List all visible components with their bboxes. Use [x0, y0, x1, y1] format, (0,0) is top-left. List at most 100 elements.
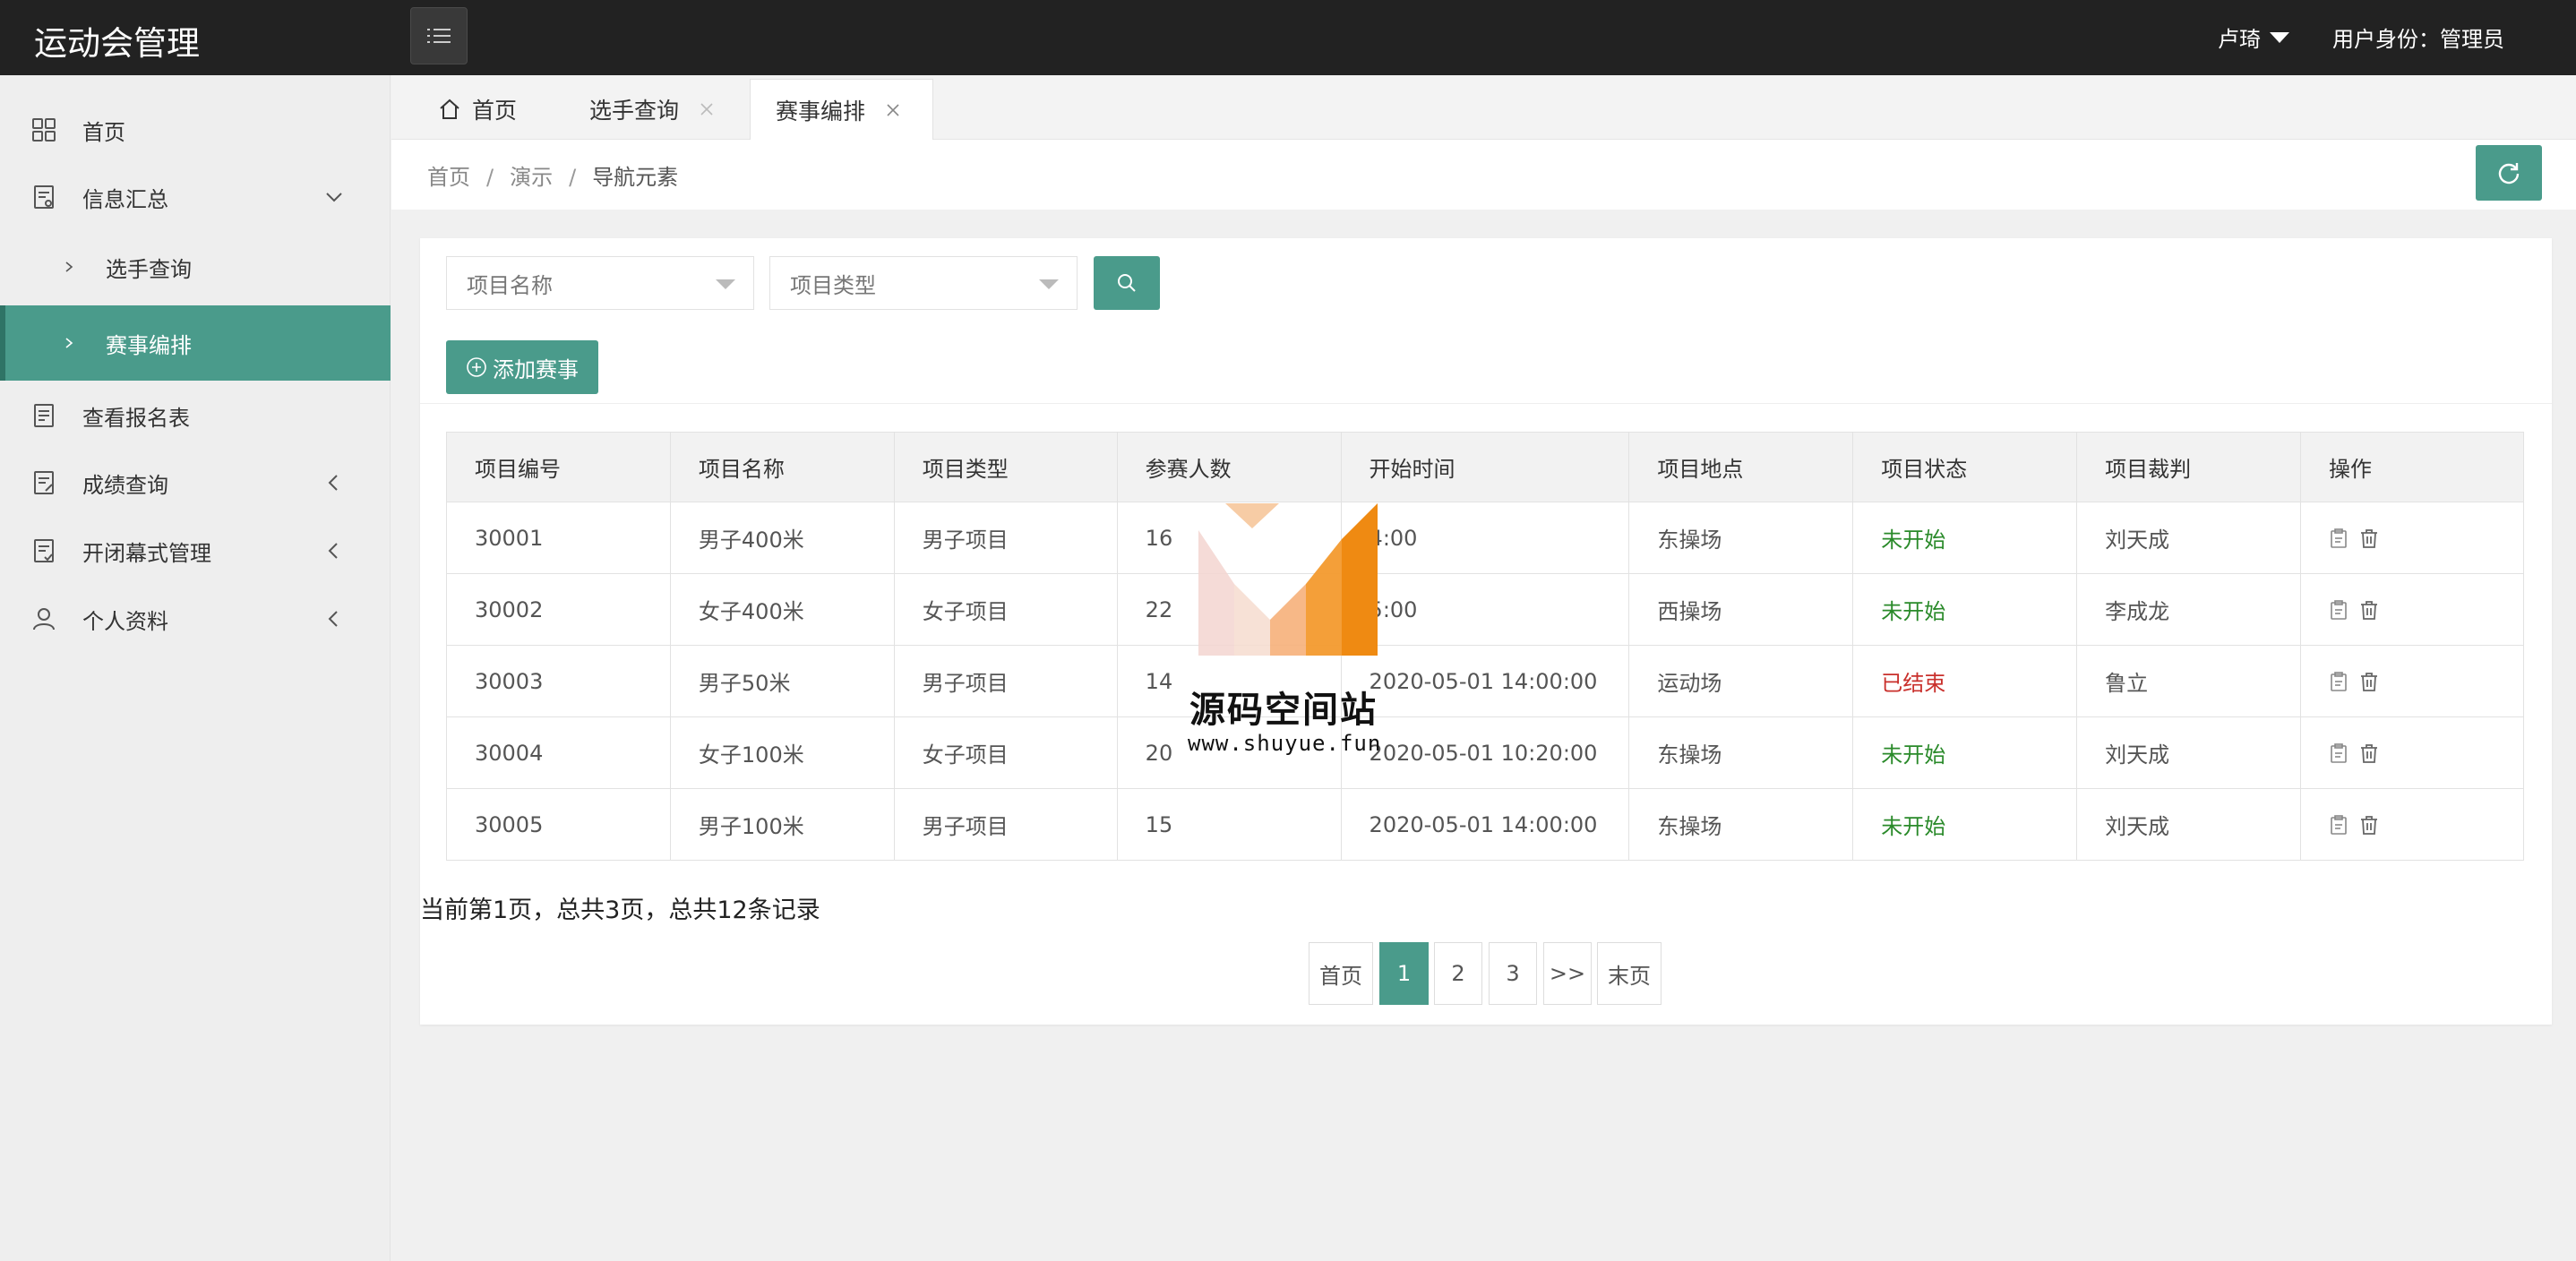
sidebar-item-label: 开闭幕式管理 — [82, 540, 211, 566]
document-icon — [34, 471, 54, 494]
tab-player-query[interactable]: 选手查询 — [589, 79, 715, 140]
cell-type: 男子项目 — [893, 645, 1118, 717]
trash-icon[interactable] — [2359, 814, 2379, 836]
page-first-button[interactable]: 首页 — [1309, 942, 1373, 1005]
project-name-select[interactable]: 项目名称 — [446, 256, 754, 310]
add-event-label: 添加赛事 — [493, 356, 579, 382]
form-icon — [34, 404, 54, 427]
page-next-button[interactable]: >> — [1543, 942, 1592, 1005]
chevron-left-icon — [328, 543, 338, 559]
edit-icon[interactable] — [2329, 814, 2348, 836]
edit-icon[interactable] — [2329, 742, 2348, 764]
sidebar-item-label: 成绩查询 — [82, 472, 168, 498]
trash-icon[interactable] — [2359, 742, 2379, 764]
chevron-right-icon — [65, 262, 73, 272]
table-row: 30002 女子400米 女子项目 22 5:00 西操场 未开始 李成龙 — [446, 573, 2524, 646]
cell-actions — [2300, 716, 2524, 789]
sidebar-item-score-query[interactable]: 成绩查询 — [0, 450, 391, 515]
cell-id: 30004 — [446, 716, 671, 789]
trash-icon[interactable] — [2359, 671, 2379, 692]
page-last-button[interactable]: 末页 — [1597, 942, 1662, 1005]
chevron-left-icon — [328, 475, 338, 491]
cell-type: 男子项目 — [893, 788, 1118, 861]
tab-bar: 首页 选手查询 赛事编排 — [391, 75, 2576, 140]
cell-status: 已结束 — [1852, 645, 2078, 717]
cell-place: 东操场 — [1628, 502, 1854, 574]
top-bar: 运动会管理 卢琦 用户身份：管理员 — [0, 0, 2576, 75]
search-button[interactable] — [1094, 256, 1160, 310]
breadcrumb-item[interactable]: 首页 — [427, 165, 470, 190]
sidebar-item-label: 首页 — [82, 119, 125, 145]
watermark-title: 源码空间站 — [1189, 690, 1378, 731]
sidebar-item-player-query[interactable]: 选手查询 — [0, 235, 391, 299]
select-placeholder: 项目类型 — [790, 272, 876, 298]
close-icon[interactable] — [885, 102, 901, 118]
list-icon — [427, 27, 451, 45]
cell-name: 男子400米 — [669, 502, 895, 574]
breadcrumb-item[interactable]: 演示 — [510, 165, 553, 190]
cell-status: 未开始 — [1852, 573, 2078, 646]
cell-status: 未开始 — [1852, 788, 2078, 861]
cell-place: 西操场 — [1628, 573, 1854, 646]
chevron-left-icon — [328, 611, 338, 627]
sidebar-item-profile[interactable]: 个人资料 — [0, 587, 391, 651]
cell-type: 女子项目 — [893, 716, 1118, 789]
caret-down-icon — [1039, 279, 1059, 289]
page-1-button[interactable]: 1 — [1379, 942, 1429, 1005]
cell-judge: 刘天成 — [2076, 502, 2302, 574]
caret-down-icon — [2270, 31, 2289, 43]
sidebar-item-registration[interactable]: 查看报名表 — [0, 383, 391, 448]
grid-icon — [32, 118, 56, 142]
chevron-right-icon — [65, 338, 73, 348]
column-header: 操作 — [2300, 432, 2524, 502]
user-menu[interactable]: 卢琦 — [2218, 21, 2289, 53]
table-row: 30003 男子50米 男子项目 14 2020-05-01 14:00:00 … — [446, 645, 2524, 717]
close-icon[interactable] — [699, 101, 715, 117]
sidebar-item-label: 选手查询 — [106, 256, 192, 282]
edit-icon[interactable] — [2329, 528, 2348, 549]
refresh-button[interactable] — [2476, 145, 2542, 201]
cell-actions — [2300, 573, 2524, 646]
event-table: 项目编号 项目名称 项目类型 参赛人数 开始时间 项目地点 项目状态 项目裁判 … — [446, 432, 2524, 861]
cell-count: 15 — [1116, 788, 1342, 861]
project-type-select[interactable]: 项目类型 — [769, 256, 1078, 310]
page-2-button[interactable]: 2 — [1434, 942, 1482, 1005]
search-icon — [1118, 274, 1136, 292]
document-icon — [34, 185, 54, 209]
user-role: 用户身份：管理员 — [2332, 27, 2504, 52]
cell-id: 30001 — [446, 502, 671, 574]
cell-place: 东操场 — [1628, 716, 1854, 789]
sidebar-item-info-summary[interactable]: 信息汇总 — [0, 165, 391, 229]
sidebar-item-ceremony[interactable]: 开闭幕式管理 — [0, 519, 391, 583]
sidebar-item-label: 查看报名表 — [82, 405, 190, 431]
add-event-button[interactable]: 添加赛事 — [446, 340, 598, 394]
tab-event-schedule[interactable]: 赛事编排 — [750, 79, 933, 140]
sidebar-item-label: 信息汇总 — [82, 186, 168, 212]
divider — [420, 403, 2552, 404]
trash-icon[interactable] — [2359, 528, 2379, 549]
edit-icon[interactable] — [2329, 671, 2348, 692]
menu-toggle-button[interactable] — [410, 7, 468, 64]
caret-down-icon — [716, 279, 735, 289]
chevron-down-icon — [326, 193, 342, 202]
edit-icon[interactable] — [2329, 599, 2348, 621]
select-placeholder: 项目名称 — [467, 272, 553, 298]
cell-status: 未开始 — [1852, 502, 2078, 574]
table-row: 30005 男子100米 男子项目 15 2020-05-01 14:00:00… — [446, 788, 2524, 861]
sidebar-item-event-schedule[interactable]: 赛事编排 — [0, 305, 391, 381]
column-header: 项目地点 — [1628, 432, 1854, 502]
cell-id: 30002 — [446, 573, 671, 646]
cell-judge: 刘天成 — [2076, 788, 2302, 861]
tab-home[interactable]: 首页 — [438, 79, 517, 140]
check-document-icon — [34, 539, 54, 562]
table-header-row: 项目编号 项目名称 项目类型 参赛人数 开始时间 项目地点 项目状态 项目裁判 … — [446, 432, 2524, 502]
cell-place: 东操场 — [1628, 788, 1854, 861]
trash-icon[interactable] — [2359, 599, 2379, 621]
cell-id: 30003 — [446, 645, 671, 717]
column-header: 参赛人数 — [1116, 432, 1342, 502]
sidebar: 首页 信息汇总 选手查询 赛事编排 查看报名表 成绩查询 开闭幕式管理 个人资料 — [0, 75, 391, 1261]
pagination-info: 当前第1页，总共3页，总共12条记录 — [420, 896, 820, 924]
page-3-button[interactable]: 3 — [1489, 942, 1537, 1005]
tab-label: 选手查询 — [589, 98, 680, 124]
sidebar-item-home[interactable]: 首页 — [0, 98, 391, 162]
